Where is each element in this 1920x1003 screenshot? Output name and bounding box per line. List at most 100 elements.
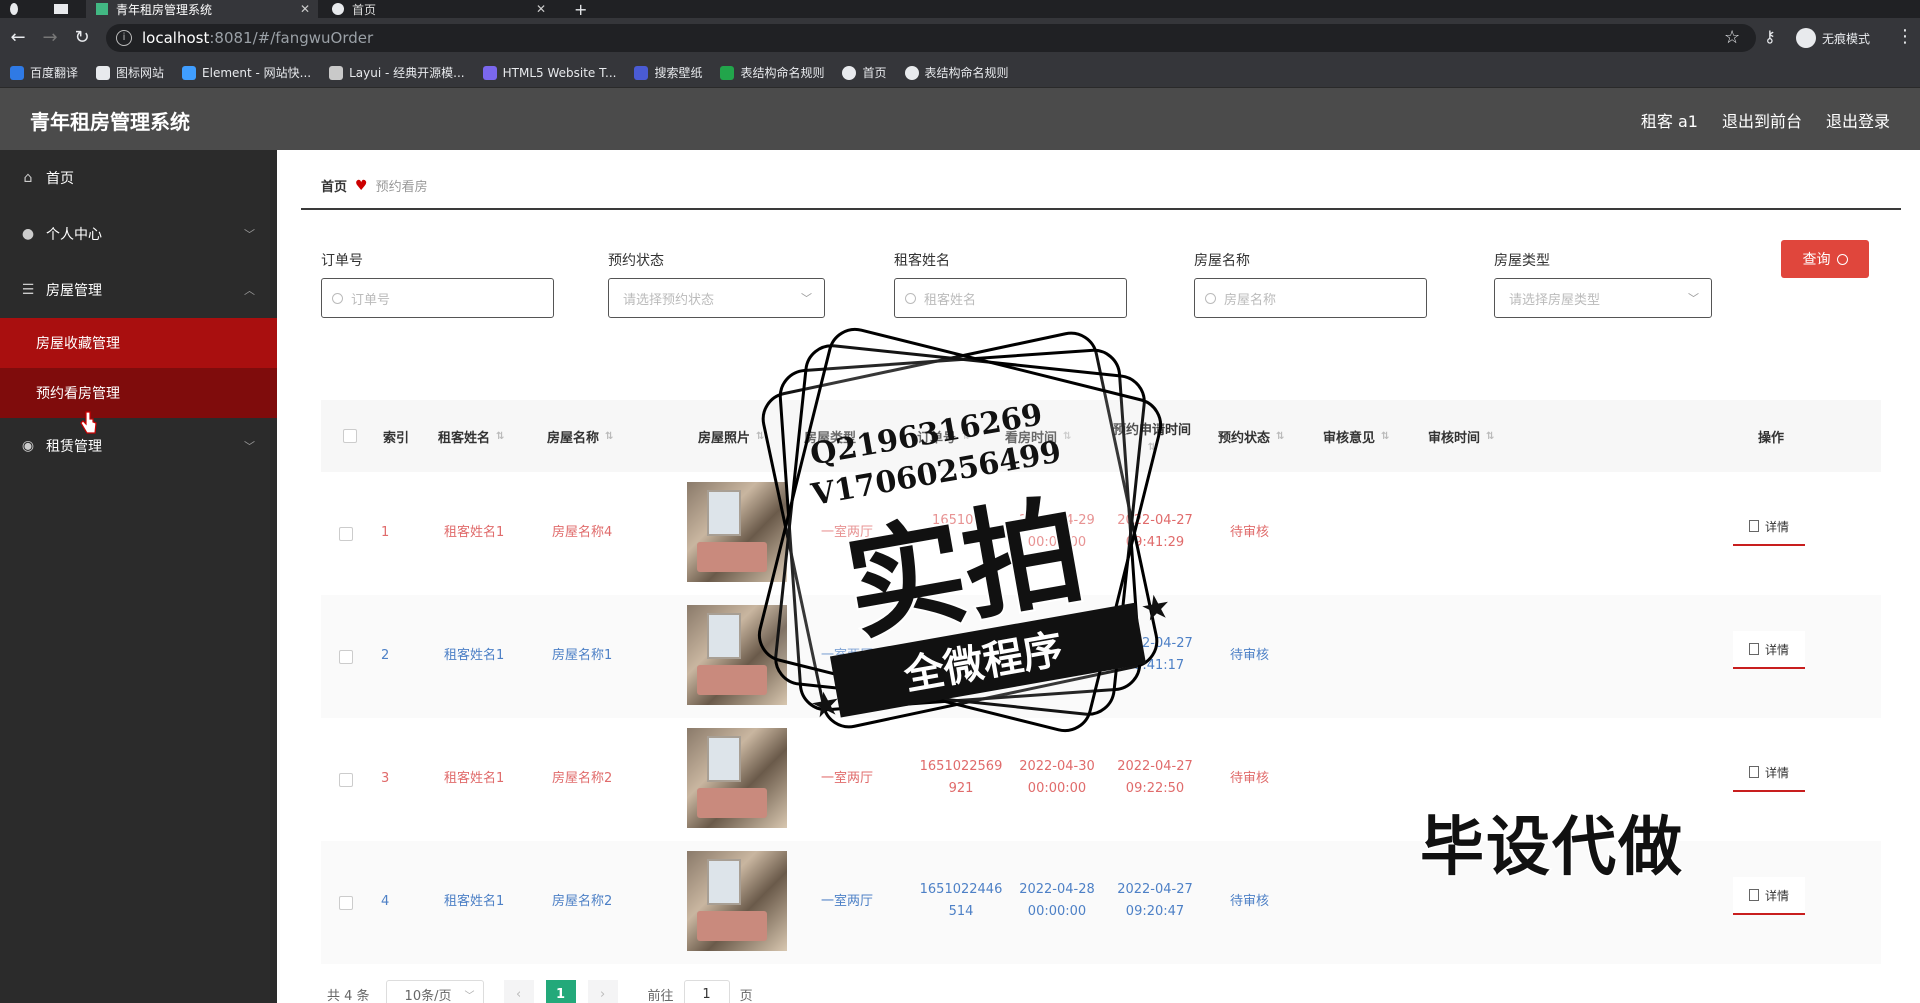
sidebar-item-viewing-appointments[interactable]: 预约看房管理 (0, 368, 277, 418)
status-select[interactable]: 请选择预约状态 ﹀ (608, 278, 825, 318)
chevron-down-icon: ﹀ (464, 990, 475, 1002)
cell-house: 房屋名称2 (552, 894, 613, 909)
sort-icon[interactable]: ⇅ (1148, 442, 1156, 453)
chevron-down-icon: ﹀ (244, 228, 255, 241)
sort-icon[interactable]: ⇅ (962, 431, 970, 442)
sort-icon[interactable]: ⇅ (1063, 431, 1071, 442)
new-tab-icon[interactable]: + (574, 0, 594, 19)
col-house[interactable]: 房屋名称 ⇅ (547, 400, 613, 472)
type-select[interactable]: 请选择房屋类型 ﹀ (1494, 278, 1712, 318)
select-all-checkbox[interactable] (343, 429, 357, 443)
breadcrumb-home[interactable]: 首页 (321, 176, 347, 195)
bookmark-item[interactable]: Element - 网站快... (182, 64, 311, 81)
detail-button[interactable]: 详情 (1733, 877, 1805, 915)
detail-button[interactable]: 详情 (1733, 754, 1805, 792)
cell-house: 房屋名称2 (552, 771, 613, 786)
search-icon (905, 292, 916, 304)
cell-house: 房屋名称1 (552, 648, 613, 663)
row-checkbox[interactable] (339, 773, 353, 787)
cell-index: 3 (381, 771, 390, 786)
tenant-input[interactable]: 租客姓名 (894, 278, 1127, 318)
cell-type: 一室两厅 (821, 771, 874, 786)
app-header: 青年租房管理系统 租客 a1 退出到前台 退出登录 (0, 88, 1920, 150)
bookmark-item[interactable]: 百度翻译 (10, 64, 78, 81)
cell-order-no: 087 (948, 636, 974, 651)
pagination-total: 共 4 条 (327, 988, 370, 1003)
sort-icon[interactable]: ⇅ (862, 431, 870, 442)
col-photo[interactable]: 房屋照片 ⇅ (698, 400, 764, 472)
bookmark-item[interactable]: 搜索壁纸 (634, 64, 702, 81)
row-checkbox[interactable] (339, 896, 353, 910)
reload-icon[interactable]: ↻ (70, 26, 94, 50)
browser-menu-icon[interactable]: ⋮ (1896, 26, 1914, 47)
sidebar: ⌂ 首页 ● 个人中心 ﹀ ☰ 房屋管理 ︿ 房屋收藏管理 预约看房管理 ◉ 租… (0, 150, 277, 1003)
type-label: 房屋类型 (1494, 253, 1550, 269)
page-number[interactable]: 1 (545, 980, 576, 1003)
sidebar-item-house-manage[interactable]: ☰ 房屋管理 ︿ (0, 262, 277, 318)
logout-link[interactable]: 退出登录 (1826, 108, 1890, 132)
col-status[interactable]: 预约状态 ⇅ (1218, 400, 1284, 472)
query-button[interactable]: 查询 (1781, 240, 1869, 278)
cell-tenant: 租客姓名1 (444, 525, 505, 540)
bookmark-star-icon[interactable]: ☆ (1724, 27, 1740, 48)
cell-type: 一室两厅 (821, 894, 874, 909)
chevron-up-icon: ︿ (244, 284, 255, 297)
tab-home[interactable]: 首页 ✕ (322, 0, 554, 18)
col-order-no[interactable]: 订单号 ⇅ (917, 400, 970, 472)
sort-icon[interactable]: ⇅ (605, 431, 613, 442)
chrome-icon (0, 0, 26, 18)
house-input[interactable]: 房屋名称 (1194, 278, 1427, 318)
sidebar-item-favorites[interactable]: 房屋收藏管理 (0, 318, 277, 368)
bookmark-item[interactable]: Layui - 经典开源模... (329, 64, 465, 81)
bookmark-item[interactable]: HTML5 Website T... (482, 65, 616, 80)
row-checkbox[interactable] (339, 650, 353, 664)
pagination: 共 4 条 10条/页 ﹀ ‹ 1 › 前往 1 页 (327, 980, 753, 1003)
globe-icon (332, 3, 344, 15)
back-icon[interactable]: ← (6, 26, 30, 50)
detail-button[interactable]: 详情 (1733, 631, 1805, 669)
order-no-input[interactable]: 订单号 (321, 278, 554, 318)
bookmark-item[interactable]: 表结构命名规则 (720, 64, 824, 81)
info-icon[interactable]: i (116, 30, 132, 46)
bookmark-item[interactable]: 表结构命名规则 (904, 64, 1009, 81)
bookmark-item[interactable]: 图标网站 (96, 64, 164, 81)
exit-to-front-link[interactable]: 退出到前台 (1722, 108, 1802, 132)
prev-page-icon[interactable]: ‹ (503, 980, 534, 1003)
header-actions: 租客 a1 退出到前台 退出登录 (1617, 108, 1890, 132)
close-tab-icon[interactable]: ✕ (300, 2, 310, 16)
col-type[interactable]: 房屋类型 ⇅ (804, 400, 870, 472)
sort-icon[interactable]: ⇅ (496, 431, 504, 442)
sort-icon[interactable]: ⇅ (1486, 431, 1494, 442)
col-view-time[interactable]: 看房时间 ⇅ (1005, 400, 1071, 472)
row-checkbox[interactable] (339, 527, 353, 541)
col-tenant[interactable]: 租客姓名 ⇅ (438, 400, 504, 472)
key-icon[interactable]: ⚷ (1764, 27, 1776, 46)
bookmark-item[interactable]: 首页 (842, 64, 887, 81)
col-apply-time[interactable]: 预约申请时间 ⇅ (1107, 400, 1197, 472)
next-page-icon[interactable]: › (587, 980, 618, 1003)
sidebar-item-rental[interactable]: ◉ 租赁管理 ﹀ (0, 418, 277, 474)
sort-icon[interactable]: ⇅ (1381, 431, 1389, 442)
cell-house: 房屋名称4 (552, 525, 613, 540)
sort-icon[interactable]: ⇅ (756, 431, 764, 442)
incognito-indicator[interactable]: 无痕模式 (1796, 28, 1870, 48)
col-review-time[interactable]: 审核时间 ⇅ (1428, 400, 1494, 472)
page-unit-label: 页 (739, 988, 753, 1003)
col-index: 索引 (383, 430, 410, 446)
goto-page-input[interactable]: 1 (683, 980, 730, 1003)
sort-icon[interactable]: ⇅ (1276, 431, 1284, 442)
cell-type: 一室两厅 (821, 525, 874, 540)
address-bar[interactable]: i localhost:8081/#/fangwuOrder (106, 24, 1756, 52)
sidebar-item-profile[interactable]: ● 个人中心 ﹀ (0, 206, 277, 262)
flag-icon (96, 65, 111, 80)
detail-button[interactable]: 详情 (1733, 508, 1805, 546)
page-size-select[interactable]: 10条/页 ﹀ (385, 980, 484, 1003)
sidebar-item-home[interactable]: ⌂ 首页 (0, 150, 277, 206)
close-tab-icon[interactable]: ✕ (536, 2, 546, 16)
col-review[interactable]: 审核意见 ⇅ (1323, 400, 1389, 472)
cell-apply-time: 2022-04-27 09:41:29 (1117, 513, 1193, 550)
cell-index: 1 (381, 525, 390, 540)
tab-app[interactable]: 青年租房管理系统 ✕ (86, 0, 318, 18)
breadcrumb-divider (301, 208, 1901, 210)
forward-icon[interactable]: → (38, 26, 62, 50)
